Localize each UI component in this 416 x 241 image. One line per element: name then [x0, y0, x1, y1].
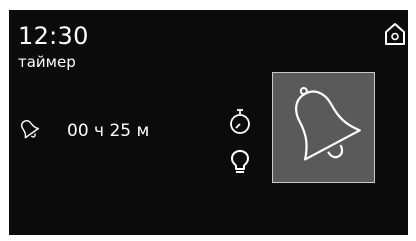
mode-label: таймер	[18, 53, 76, 71]
cropped-caption	[0, 0, 416, 10]
light-button[interactable]	[230, 149, 250, 175]
bell-small-icon	[17, 117, 41, 141]
home-icon	[385, 23, 405, 45]
bell-icon	[295, 87, 361, 161]
bell-icon	[21, 119, 40, 139]
light-bulb-icon	[231, 150, 249, 173]
timer-value: 00 ч 25 м	[67, 121, 150, 141]
stopwatch-button[interactable]	[228, 108, 252, 136]
stopwatch-icon	[230, 109, 250, 134]
device-screen: 12:30 таймер 00 ч 25 м	[9, 10, 408, 235]
clock-time: 12:30	[18, 22, 89, 50]
alarm-sound-tile[interactable]	[272, 72, 375, 183]
home-button[interactable]	[384, 22, 406, 46]
